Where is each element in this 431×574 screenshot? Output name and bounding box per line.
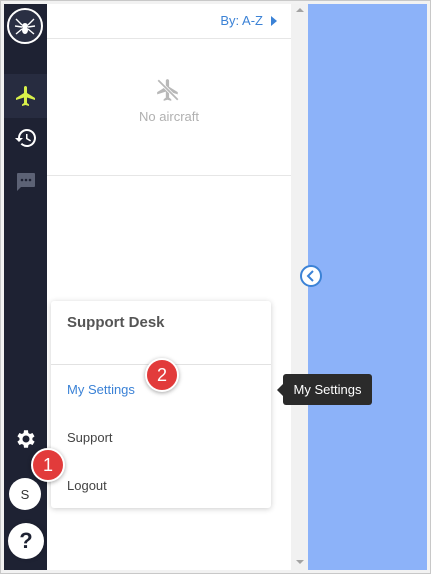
gear-icon [16, 429, 35, 448]
caret-right-icon[interactable] [271, 16, 277, 26]
empty-state: No aircraft [47, 39, 291, 176]
user-menu: Support Desk My Settings Support Logout [51, 301, 271, 508]
menu-item-logout[interactable]: Logout [67, 478, 107, 493]
collapse-panel-button[interactable] [300, 265, 322, 287]
chat-icon [16, 172, 35, 191]
sidebar-item-aircraft[interactable] [12, 82, 39, 109]
sidebar-item-messages[interactable] [12, 168, 39, 195]
airplane-icon [15, 85, 35, 106]
spider-logo-icon [14, 18, 36, 35]
menu-title: Support Desk [67, 314, 165, 331]
user-avatar[interactable]: S [9, 478, 41, 510]
empty-message: No aircraft [139, 109, 199, 124]
step-badge-1: 1 [31, 448, 65, 482]
panel-scrollbar[interactable] [291, 4, 308, 570]
sidebar-item-settings[interactable] [12, 425, 39, 452]
step-badge-2: 2 [145, 358, 179, 392]
history-icon [14, 128, 36, 147]
sort-button[interactable]: By: A-Z [220, 13, 263, 28]
menu-item-my-settings[interactable]: My Settings [67, 382, 135, 397]
tooltip: My Settings [283, 374, 372, 405]
map-area[interactable] [308, 4, 427, 570]
chevron-left-icon [306, 270, 314, 282]
help-button[interactable]: ? [8, 523, 44, 559]
no-airplane-icon [157, 79, 179, 101]
sort-bar: By: A-Z [47, 4, 291, 39]
menu-item-support[interactable]: Support [67, 430, 113, 445]
scroll-up-icon[interactable] [296, 8, 304, 12]
scroll-down-icon[interactable] [296, 560, 304, 564]
sidebar-item-history[interactable] [12, 124, 39, 151]
app-logo[interactable] [7, 8, 43, 44]
sidebar: S ? [4, 4, 47, 570]
